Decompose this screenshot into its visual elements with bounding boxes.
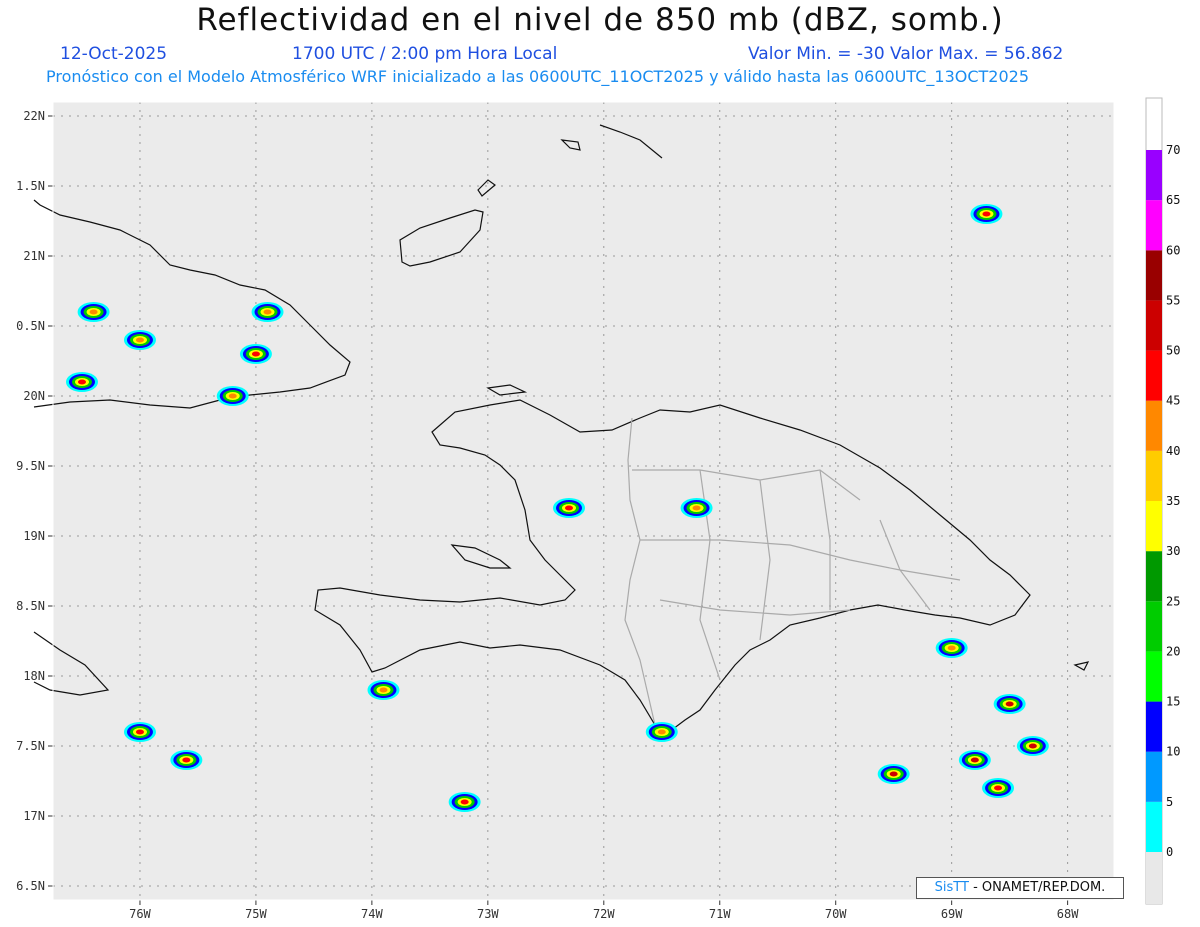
reflectivity-map: 76W 75W 74W 73W 72W 71W 70W 69W 68W 22N 1.5N 21N 0.5… <box>16 97 1180 921</box>
echo-cell <box>889 771 898 777</box>
colorbar-label: 0 <box>1166 845 1173 859</box>
colorbar-label: 40 <box>1166 444 1180 458</box>
credit-text: - ONAMET/REP.DOM. <box>968 880 1106 895</box>
colorbar-swatch <box>1146 400 1162 451</box>
colorbar-label: 60 <box>1166 243 1180 257</box>
map-background <box>53 102 1114 900</box>
lat-tick-label: 19N <box>23 529 45 543</box>
lat-tick-label: 21N <box>23 249 45 263</box>
echo-cell <box>692 505 701 511</box>
lon-tick-label: 70W <box>825 907 847 921</box>
echo-cell <box>657 729 666 735</box>
echo-cell <box>263 309 272 315</box>
echo-cell <box>994 785 1003 791</box>
colorbar-swatch <box>1146 250 1162 301</box>
colorbar-label: 20 <box>1166 644 1180 658</box>
lat-tick-label: 0.5N <box>16 319 45 333</box>
echo-cell <box>970 757 979 763</box>
echo-cell <box>228 393 237 399</box>
echo-cell <box>89 309 98 315</box>
colorbar-label: 45 <box>1166 394 1180 408</box>
colorbar-swatch <box>1146 200 1162 251</box>
colorbar-label: 15 <box>1166 695 1180 709</box>
colorbar-swatch <box>1146 450 1162 501</box>
echo-cell <box>135 729 144 735</box>
echo-cell <box>1005 701 1014 707</box>
lon-tick-label: 74W <box>361 907 383 921</box>
echo-cell <box>77 379 86 385</box>
colorbar-swatch <box>1146 150 1162 201</box>
lon-tick-label: 68W <box>1057 907 1079 921</box>
colorbar: 0 5 10 15 20 25 30 35 40 45 50 55 60 65 70 <box>1145 97 1180 905</box>
lon-tick-label: 76W <box>129 907 151 921</box>
colorbar-swatch <box>1146 300 1162 351</box>
colorbar-label: 35 <box>1166 494 1180 508</box>
colorbar-swatch <box>1146 751 1162 802</box>
echo-cell <box>135 337 144 343</box>
colorbar-swatch <box>1146 601 1162 652</box>
colorbar-label: 55 <box>1166 293 1180 307</box>
lat-tick-label: 8.5N <box>16 599 45 613</box>
colorbar-swatch <box>1146 701 1162 752</box>
lat-tick-label: 6.5N <box>16 879 45 893</box>
echo-cell <box>982 211 991 217</box>
lon-tick-label: 72W <box>593 907 615 921</box>
lat-tick-label: 18N <box>23 669 45 683</box>
colorbar-label: 25 <box>1166 594 1180 608</box>
colorbar-label: 10 <box>1166 745 1180 759</box>
lon-tick-label: 69W <box>941 907 963 921</box>
colorbar-label: 65 <box>1166 193 1180 207</box>
lat-tick-label: 1.5N <box>16 179 45 193</box>
echo-cell <box>251 351 260 357</box>
echo-cell <box>182 757 191 763</box>
colorbar-label: 5 <box>1166 795 1173 809</box>
colorbar-swatch <box>1146 501 1162 552</box>
lat-tick-label: 20N <box>23 389 45 403</box>
echo-cell <box>379 687 388 693</box>
colorbar-swatch <box>1146 350 1162 401</box>
lat-tick-label: 7.5N <box>16 739 45 753</box>
echo-cell <box>565 505 574 511</box>
lon-tick-label: 71W <box>709 907 731 921</box>
colorbar-swatch <box>1146 801 1162 852</box>
sistt-logo: SisTT <box>934 880 969 895</box>
colorbar-label: 50 <box>1166 344 1180 358</box>
credit-box: SisTT - ONAMET/REP.DOM. <box>916 877 1124 899</box>
lat-tick-label: 22N <box>23 109 45 123</box>
colorbar-below <box>1146 852 1162 904</box>
echo-cell <box>947 645 956 651</box>
lat-tick-label: 17N <box>23 809 45 823</box>
colorbar-swatch <box>1146 551 1162 602</box>
echo-cell <box>1028 743 1037 749</box>
colorbar-swatch <box>1146 651 1162 702</box>
echo-cell <box>460 799 469 805</box>
lon-tick-label: 73W <box>477 907 499 921</box>
lat-tick-label: 9.5N <box>16 459 45 473</box>
colorbar-label: 70 <box>1166 143 1180 157</box>
colorbar-label: 30 <box>1166 544 1180 558</box>
lon-tick-label: 75W <box>245 907 267 921</box>
